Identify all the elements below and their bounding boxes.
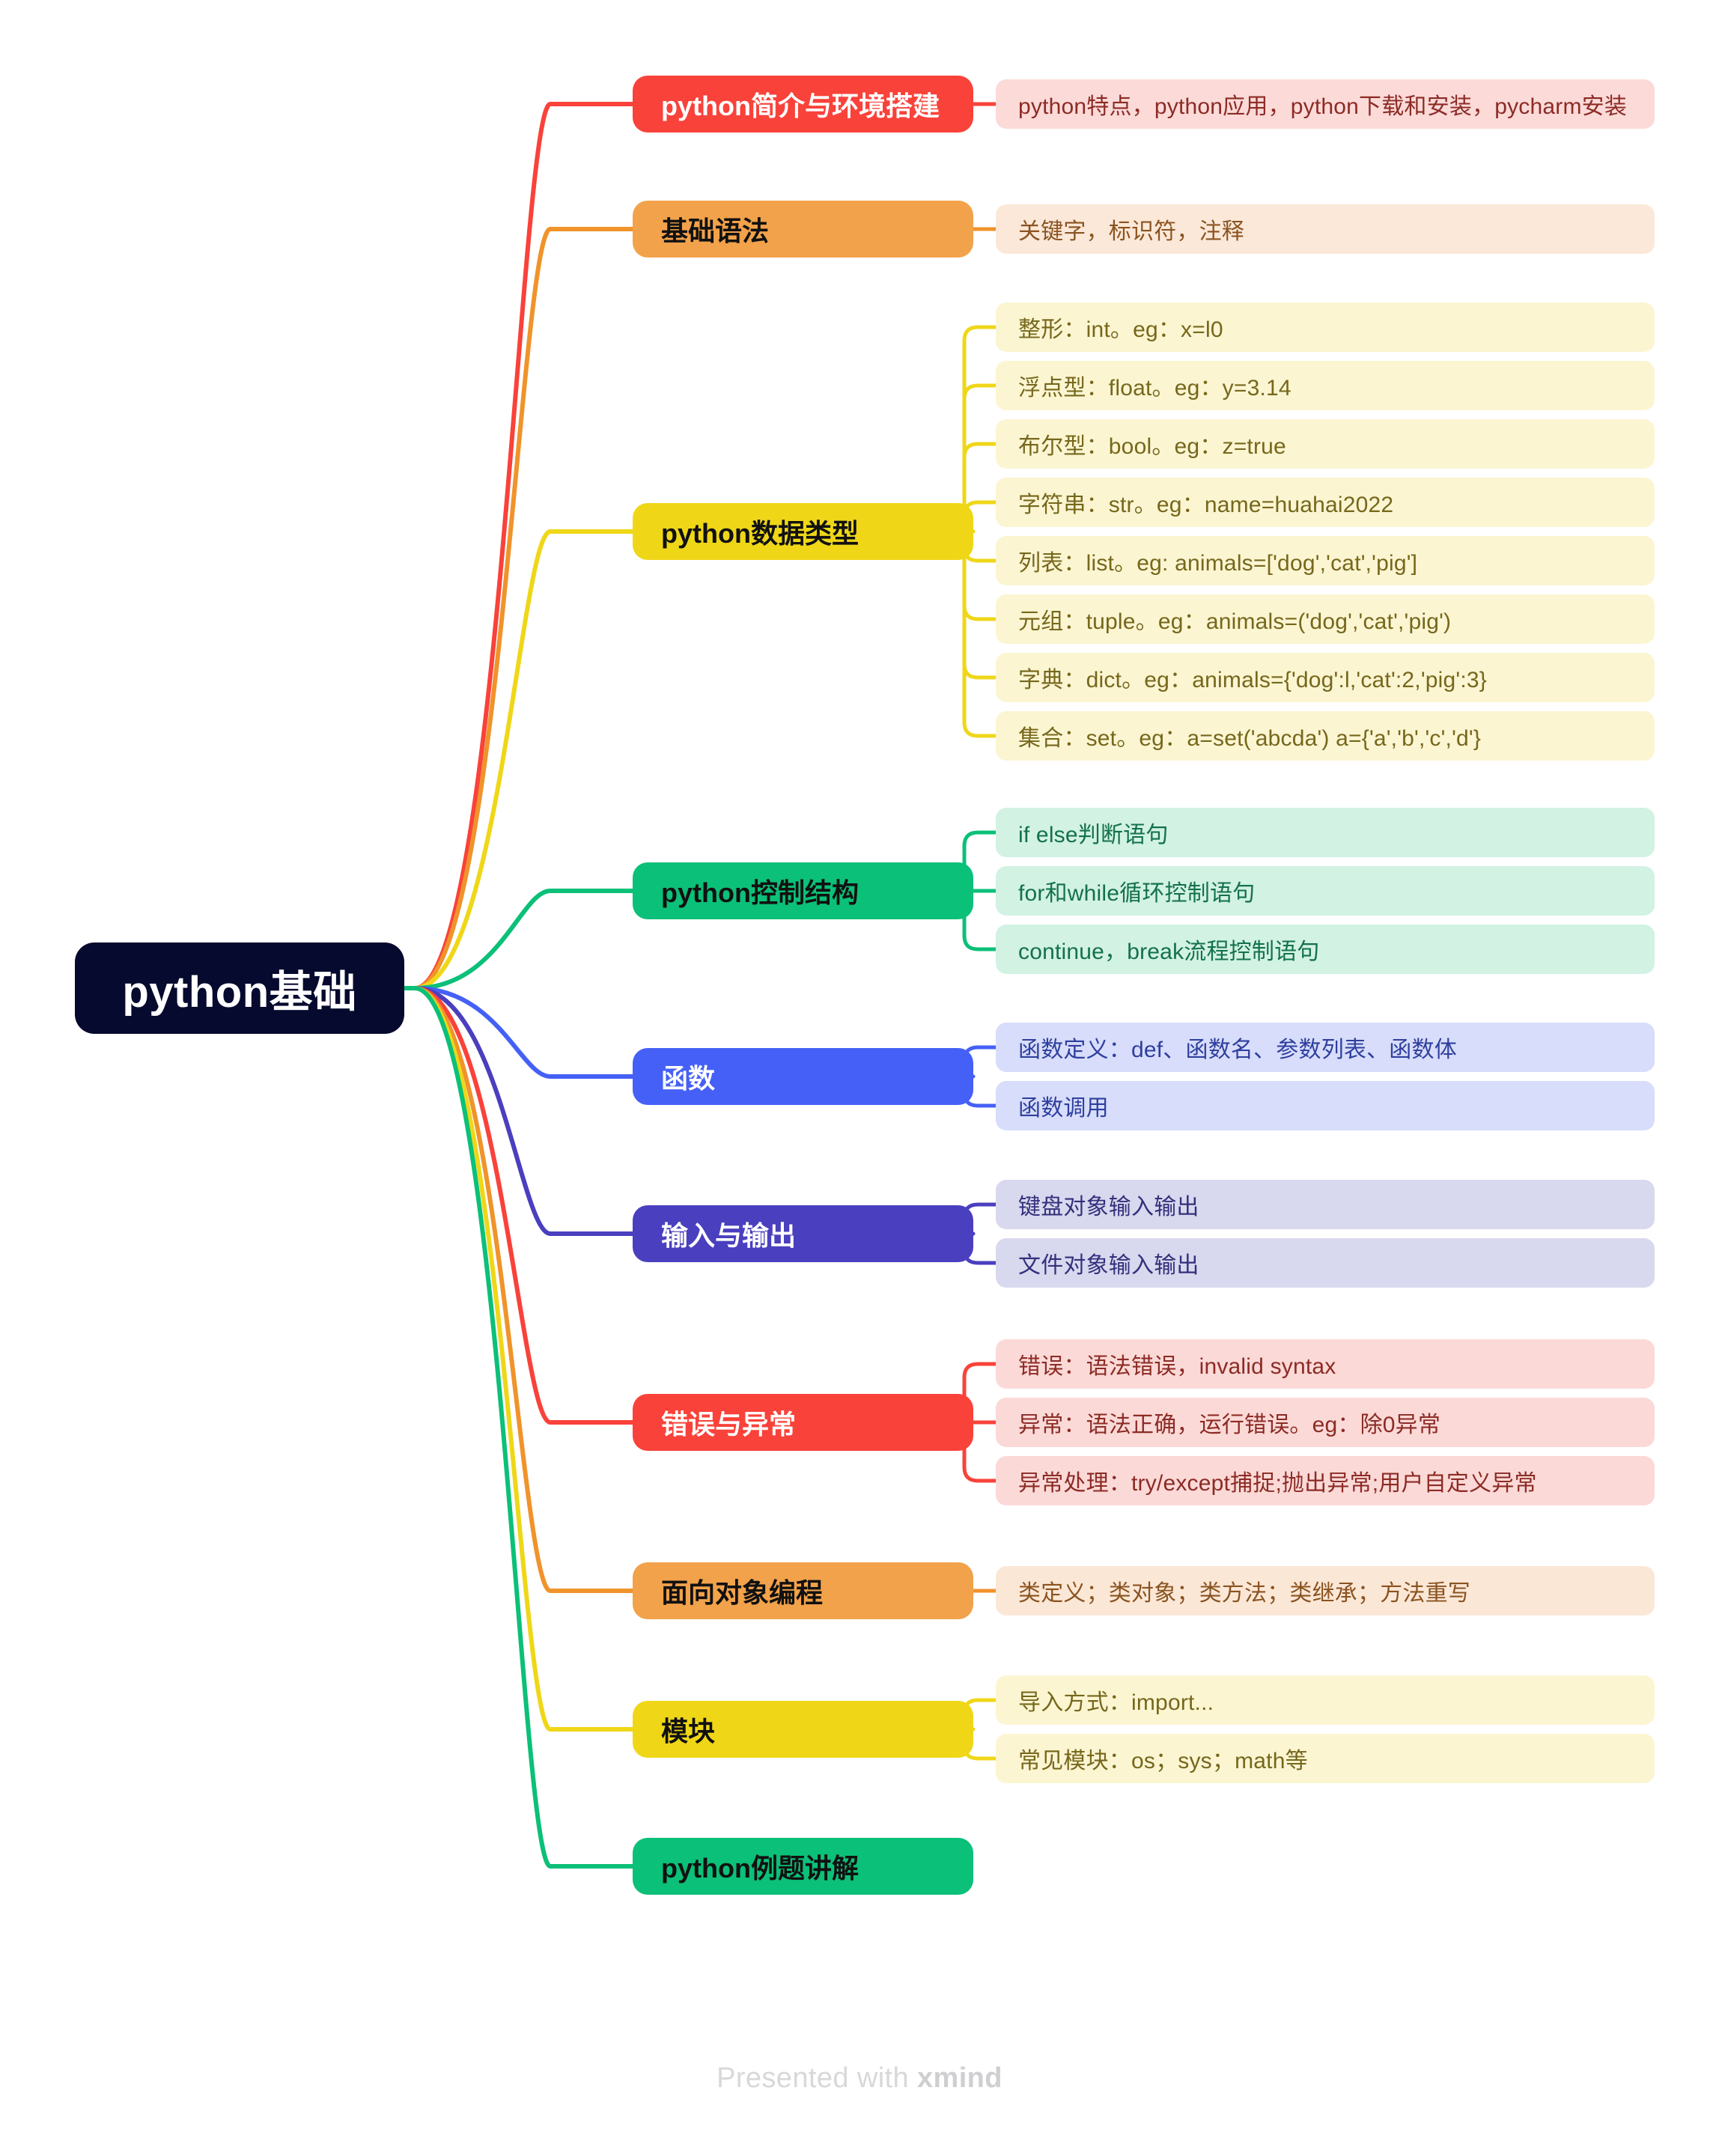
watermark: Presented with xmind bbox=[0, 2062, 1719, 2095]
leaf-2-1[interactable]: 浮点型：float。eg：y=3.14 bbox=[996, 361, 1655, 410]
leaf-2-2[interactable]: 布尔型：bool。eg：z=true bbox=[996, 419, 1655, 469]
leaf-2-6[interactable]: 字典：dict。eg：animals={'dog':l,'cat':2,'pig… bbox=[996, 653, 1655, 702]
topic-3-label: python控制结构 bbox=[661, 877, 859, 908]
topic-5-label: 输入与输出 bbox=[661, 1220, 797, 1251]
leaf-5-0[interactable]: 键盘对象输入输出 bbox=[996, 1180, 1655, 1229]
leaf-3-0-label: if else判断语句 bbox=[1018, 823, 1169, 847]
leaf-2-5-label: 元组：tuple。eg：animals=('dog','cat','pig') bbox=[1018, 609, 1452, 634]
watermark-text: Presented with bbox=[716, 2062, 917, 2094]
connector-line bbox=[402, 227, 635, 990]
leaf-2-3-label: 字符串：str。eg：name=huahai2022 bbox=[1018, 493, 1394, 517]
leaf-3-2[interactable]: continue，break流程控制语句 bbox=[996, 925, 1655, 974]
topic-2-label: python数据类型 bbox=[661, 518, 859, 549]
leaf-2-2-label: 布尔型：bool。eg：z=true bbox=[1018, 434, 1286, 459]
leaf-6-0-label: 错误：语法错误，invalid syntax bbox=[1018, 1354, 1336, 1379]
topic-9[interactable]: python例题讲解 bbox=[633, 1838, 973, 1895]
leaf-2-4-label: 列表：list。eg: animals=['dog','cat','pig'] bbox=[1018, 551, 1418, 576]
topic-8-label: 模块 bbox=[661, 1716, 716, 1747]
leaf-8-0-label: 导入方式：import... bbox=[1018, 1690, 1214, 1715]
connector-line bbox=[962, 325, 998, 534]
leaf-2-0[interactable]: 整形：int。eg：x=l0 bbox=[996, 302, 1655, 352]
root-topic-label: python基础 bbox=[122, 968, 357, 1017]
leaf-4-1-label: 函数调用 bbox=[1018, 1096, 1109, 1121]
leaf-6-2[interactable]: 异常处理：try/except捕捉;抛出异常;用户自定义异常 bbox=[996, 1456, 1655, 1505]
leaf-3-1[interactable]: for和while循环控制语句 bbox=[996, 866, 1655, 916]
leaf-2-1-label: 浮点型：float。eg：y=3.14 bbox=[1018, 376, 1291, 401]
topic-5[interactable]: 输入与输出 bbox=[633, 1205, 973, 1262]
connector-line bbox=[402, 986, 635, 1079]
topic-7[interactable]: 面向对象编程 bbox=[633, 1562, 973, 1619]
leaf-7-0-label: 类定义；类对象；类方法；类继承；方法重写 bbox=[1018, 1581, 1470, 1606]
connector-line bbox=[402, 986, 635, 1732]
topic-4[interactable]: 函数 bbox=[633, 1048, 973, 1105]
topic-1[interactable]: 基础语法 bbox=[633, 201, 973, 258]
leaf-3-0[interactable]: if else判断语句 bbox=[996, 808, 1655, 857]
leaf-1-0[interactable]: 关键字，标识符，注释 bbox=[996, 204, 1655, 254]
leaf-2-0-label: 整形：int。eg：x=l0 bbox=[1018, 317, 1223, 342]
root-topic[interactable]: python基础 bbox=[75, 943, 404, 1034]
leaf-2-5[interactable]: 元组：tuple。eg：animals=('dog','cat','pig') bbox=[996, 594, 1655, 644]
leaf-8-0[interactable]: 导入方式：import... bbox=[996, 1675, 1655, 1725]
connector-line bbox=[402, 889, 635, 990]
leaf-2-3[interactable]: 字符串：str。eg：name=huahai2022 bbox=[996, 478, 1655, 527]
leaf-3-1-label: for和while循环控制语句 bbox=[1018, 881, 1256, 906]
mindmap-canvas: python基础 python简介与环境搭建 python特点，python应用，p… bbox=[0, 0, 1719, 2156]
leaf-7-0[interactable]: 类定义；类对象；类方法；类继承；方法重写 bbox=[996, 1566, 1655, 1616]
topic-2[interactable]: python数据类型 bbox=[633, 503, 973, 560]
connector-line bbox=[402, 986, 635, 1869]
leaf-2-4[interactable]: 列表：list。eg: animals=['dog','cat','pig'] bbox=[996, 536, 1655, 585]
connector-line bbox=[402, 986, 635, 1593]
leaf-0-0-label: python特点，python应用，python下载和安装，pycharm安装 bbox=[1018, 94, 1628, 119]
topic-0[interactable]: python简介与环境搭建 bbox=[633, 76, 973, 133]
leaf-0-0[interactable]: python特点，python应用，python下载和安装，pycharm安装 bbox=[996, 79, 1655, 129]
connector-line bbox=[402, 986, 635, 1425]
leaf-3-2-label: continue，break流程控制语句 bbox=[1018, 940, 1320, 964]
leaf-5-1-label: 文件对象输入输出 bbox=[1018, 1253, 1199, 1278]
leaf-6-2-label: 异常处理：try/except捕捉;抛出异常;用户自定义异常 bbox=[1018, 1471, 1537, 1496]
leaf-6-1[interactable]: 异常：语法正确，运行错误。eg：除0异常 bbox=[996, 1398, 1655, 1447]
connector-line bbox=[962, 529, 998, 738]
connector-line bbox=[402, 102, 635, 990]
leaf-6-1-label: 异常：语法正确，运行错误。eg：除0异常 bbox=[1018, 1413, 1441, 1437]
topic-9-label: python例题讲解 bbox=[661, 1853, 859, 1884]
leaf-1-0-label: 关键字，标识符，注释 bbox=[1018, 219, 1244, 244]
topic-8[interactable]: 模块 bbox=[633, 1701, 973, 1758]
topic-6-label: 错误与异常 bbox=[661, 1409, 797, 1440]
watermark-brand: xmind bbox=[917, 2062, 1003, 2094]
leaf-6-0[interactable]: 错误：语法错误，invalid syntax bbox=[996, 1339, 1655, 1389]
topic-1-label: 基础语法 bbox=[661, 216, 770, 246]
leaf-5-0-label: 键盘对象输入输出 bbox=[1018, 1195, 1199, 1219]
topic-4-label: 函数 bbox=[661, 1063, 716, 1094]
topic-6[interactable]: 错误与异常 bbox=[633, 1394, 973, 1451]
topic-0-label: python简介与环境搭建 bbox=[661, 91, 940, 121]
leaf-2-7-label: 集合：set。eg：a=set('abcda') a={'a','b','c',… bbox=[1018, 726, 1482, 751]
connector-line bbox=[402, 986, 635, 1236]
topic-7-label: 面向对象编程 bbox=[661, 1577, 824, 1608]
leaf-8-1-label: 常见模块：os；sys；math等 bbox=[1018, 1749, 1308, 1773]
leaf-8-1[interactable]: 常见模块：os；sys；math等 bbox=[996, 1734, 1655, 1783]
connector-line bbox=[402, 529, 635, 990]
leaf-5-1[interactable]: 文件对象输入输出 bbox=[996, 1238, 1655, 1288]
leaf-4-1[interactable]: 函数调用 bbox=[996, 1081, 1655, 1130]
leaf-2-7[interactable]: 集合：set。eg：a=set('abcda') a={'a','b','c',… bbox=[996, 711, 1655, 761]
leaf-4-0-label: 函数定义：def、函数名、参数列表、函数体 bbox=[1018, 1038, 1457, 1062]
topic-3[interactable]: python控制结构 bbox=[633, 862, 973, 919]
leaf-4-0[interactable]: 函数定义：def、函数名、参数列表、函数体 bbox=[996, 1023, 1655, 1072]
leaf-2-6-label: 字典：dict。eg：animals={'dog':l,'cat':2,'pig… bbox=[1018, 668, 1487, 692]
